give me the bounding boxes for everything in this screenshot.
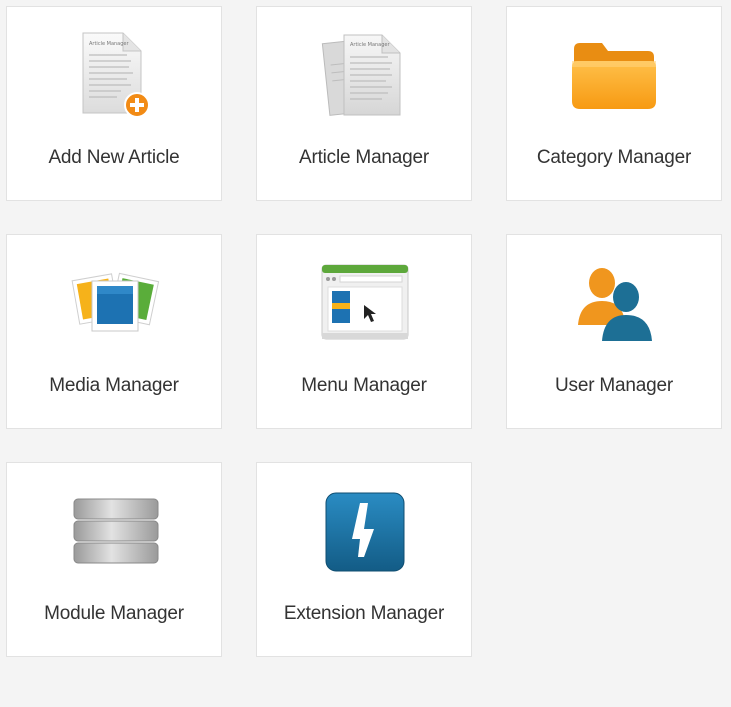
- module-manager-tile[interactable]: Module Manager: [6, 462, 222, 657]
- tile-label: Module Manager: [44, 603, 184, 624]
- media-icon: [64, 257, 164, 349]
- add-new-article-tile[interactable]: Article Manager Add New Article: [6, 6, 222, 201]
- article-manager-tile[interactable]: Article Manager Article Manager: [256, 6, 472, 201]
- svg-text:Article Manager: Article Manager: [350, 42, 390, 48]
- tile-label: Category Manager: [536, 147, 692, 168]
- tile-label: Media Manager: [49, 375, 179, 396]
- add-article-icon: Article Manager: [64, 29, 164, 121]
- tile-label: Add New Article: [48, 147, 180, 168]
- database-icon: [64, 485, 164, 577]
- lightning-icon: [314, 485, 414, 577]
- extension-manager-tile[interactable]: Extension Manager: [256, 462, 472, 657]
- tile-label: Extension Manager: [283, 603, 445, 624]
- menu-manager-tile[interactable]: Menu Manager: [256, 234, 472, 429]
- users-icon: [564, 257, 664, 349]
- user-manager-tile[interactable]: User Manager: [506, 234, 722, 429]
- tile-label: User Manager: [555, 375, 673, 396]
- articles-icon: Article Manager: [314, 29, 414, 121]
- menu-window-icon: [314, 257, 414, 349]
- folder-icon: [564, 29, 664, 121]
- media-manager-tile[interactable]: Media Manager: [6, 234, 222, 429]
- svg-text:Article Manager: Article Manager: [89, 41, 129, 47]
- category-manager-tile[interactable]: Category Manager: [506, 6, 722, 201]
- tile-label: Menu Manager: [301, 375, 427, 396]
- tile-label: Article Manager: [298, 147, 430, 168]
